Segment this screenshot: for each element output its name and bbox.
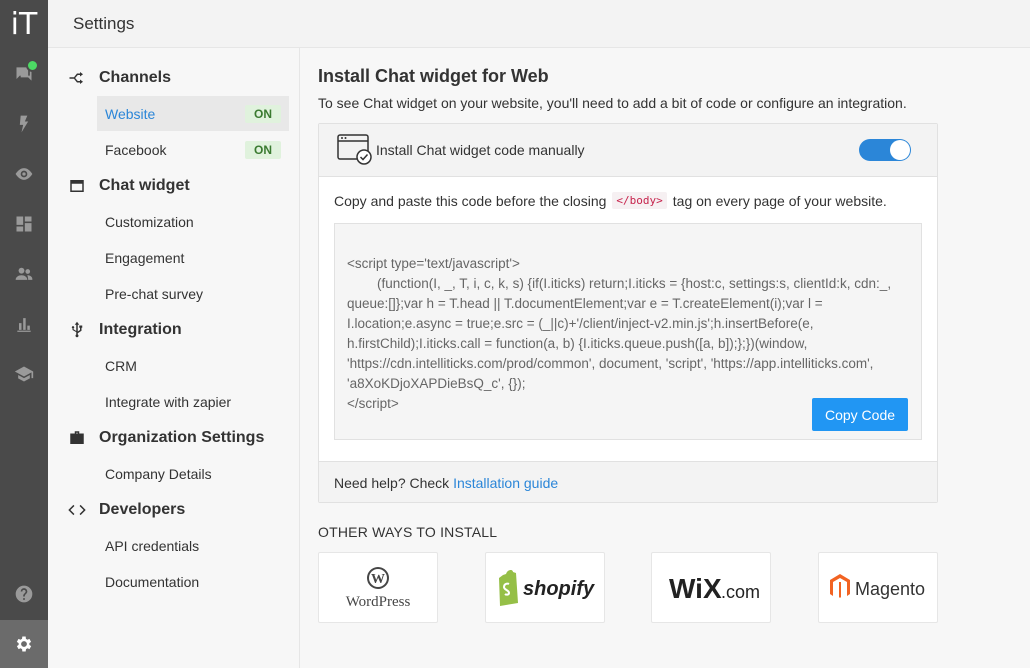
nav-item-website[interactable]: Website ON <box>97 96 289 131</box>
nav-item-label: Engagement <box>105 249 185 266</box>
body-tag-code: </body> <box>612 192 667 209</box>
nav-item-label: Documentation <box>105 573 200 590</box>
app-logo[interactable]: iT <box>0 0 48 48</box>
nav-item-pre-chat-survey[interactable]: Pre-chat survey <box>97 276 289 311</box>
nav-item-label: Integrate with zapier <box>105 393 232 410</box>
nav-section-organization[interactable]: Organization Settings <box>68 426 264 450</box>
nav-item-label: Company Details <box>105 465 212 482</box>
section-subtitle: To see Chat widget on your website, you'… <box>318 95 907 111</box>
help-prefix: Need help? Check <box>334 475 450 491</box>
chat-icon[interactable] <box>0 54 48 94</box>
nav-section-integration[interactable]: Integration <box>68 318 182 342</box>
nav-item-label: Pre-chat survey <box>105 285 204 302</box>
main-content: Install Chat widget for Web To see Chat … <box>300 48 1030 668</box>
instruction-text: Copy and paste this code before the clos… <box>334 192 607 209</box>
icon-rail: iT <box>0 0 48 668</box>
install-instruction: Copy and paste this code before the clos… <box>334 192 887 209</box>
nav-item-zapier[interactable]: Integrate with zapier <box>97 384 289 419</box>
status-badge: ON <box>245 105 281 123</box>
dashboard-icon[interactable] <box>0 204 48 244</box>
nav-item-company-details[interactable]: Company Details <box>97 456 289 491</box>
wix-logo-suffix: .com <box>721 582 760 602</box>
nav-section-developers[interactable]: Developers <box>68 498 185 522</box>
nav-section-label: Chat widget <box>99 177 190 194</box>
copy-code-button[interactable]: Copy Code <box>812 398 908 431</box>
nav-item-crm[interactable]: CRM <box>97 348 289 383</box>
nav-section-label: Channels <box>99 69 172 86</box>
help-text: Need help? Check Installation guide <box>334 475 558 491</box>
top-header: Settings <box>48 0 1030 48</box>
wix-logo: WiX .com <box>669 573 760 604</box>
channels-icon <box>68 69 86 87</box>
magento-logo-text: Magento <box>855 579 925 599</box>
shopify-logo: shopify <box>499 569 595 606</box>
wix-logo-text: WiX <box>669 573 722 604</box>
code-snippet-box: <script type='text/javascript'> (functio… <box>334 223 922 440</box>
install-card-footer: Need help? Check Installation guide <box>319 461 937 502</box>
online-status-dot <box>26 59 39 72</box>
code-brackets-icon <box>68 501 86 519</box>
nav-item-label: API credentials <box>105 537 200 554</box>
nav-section-label: Integration <box>99 321 182 338</box>
nav-item-label: Facebook <box>105 141 167 158</box>
instruction-text: tag on every page of your website. <box>672 192 887 209</box>
other-ways-title: OTHER WAYS TO INSTALL <box>318 524 498 540</box>
section-title: Install Chat widget for Web <box>318 66 549 86</box>
code-snippet[interactable]: <script type='text/javascript'> (functio… <box>347 254 907 414</box>
svg-text:W: W <box>371 572 385 587</box>
shopify-logo-text: shopify <box>523 578 595 600</box>
briefcase-icon <box>68 429 86 447</box>
wordpress-logo-text: WordPress <box>346 594 411 610</box>
graduation-cap-icon[interactable] <box>0 354 48 394</box>
toggle-knob <box>890 140 910 160</box>
nav-section-chat-widget[interactable]: Chat widget <box>68 174 190 198</box>
wix-tile[interactable]: WiX .com <box>651 552 771 623</box>
wordpress-logo: W WordPress <box>346 566 411 610</box>
status-badge: ON <box>245 141 281 159</box>
magento-logo: Magento <box>830 573 925 599</box>
bar-chart-icon[interactable] <box>0 304 48 344</box>
nav-section-channels[interactable]: Channels <box>68 66 171 90</box>
install-card-title: Install Chat widget code manually <box>376 142 585 158</box>
people-icon[interactable] <box>0 254 48 294</box>
nav-item-label: CRM <box>105 357 137 374</box>
magento-tile[interactable]: Magento <box>818 552 938 623</box>
settings-gear-icon[interactable] <box>0 620 48 668</box>
installation-guide-link[interactable]: Installation guide <box>453 475 558 491</box>
nav-section-label: Organization Settings <box>99 429 265 446</box>
install-card-header: Install Chat widget code manually <box>319 124 937 177</box>
nav-section-label: Developers <box>99 501 186 518</box>
help-icon[interactable] <box>0 574 48 614</box>
browser-check-icon <box>337 134 372 165</box>
nav-item-customization[interactable]: Customization <box>97 204 289 239</box>
nav-item-documentation[interactable]: Documentation <box>97 564 289 599</box>
eye-icon[interactable] <box>0 154 48 194</box>
nav-item-facebook[interactable]: Facebook ON <box>97 132 289 167</box>
nav-item-label: Customization <box>105 213 194 230</box>
browser-window-icon <box>68 177 86 195</box>
usb-icon <box>68 321 86 339</box>
nav-item-api-credentials[interactable]: API credentials <box>97 528 289 563</box>
page-title: Settings <box>73 14 135 33</box>
nav-item-engagement[interactable]: Engagement <box>97 240 289 275</box>
wordpress-tile[interactable]: W WordPress <box>318 552 438 623</box>
install-card: Install Chat widget code manually Copy a… <box>318 123 938 503</box>
nav-item-label: Website <box>105 105 156 122</box>
bolt-icon[interactable] <box>0 104 48 144</box>
install-manually-toggle[interactable] <box>859 139 911 161</box>
settings-nav: Channels Website ON Facebook ON Chat wid… <box>48 48 300 668</box>
shopify-tile[interactable]: shopify <box>485 552 605 623</box>
